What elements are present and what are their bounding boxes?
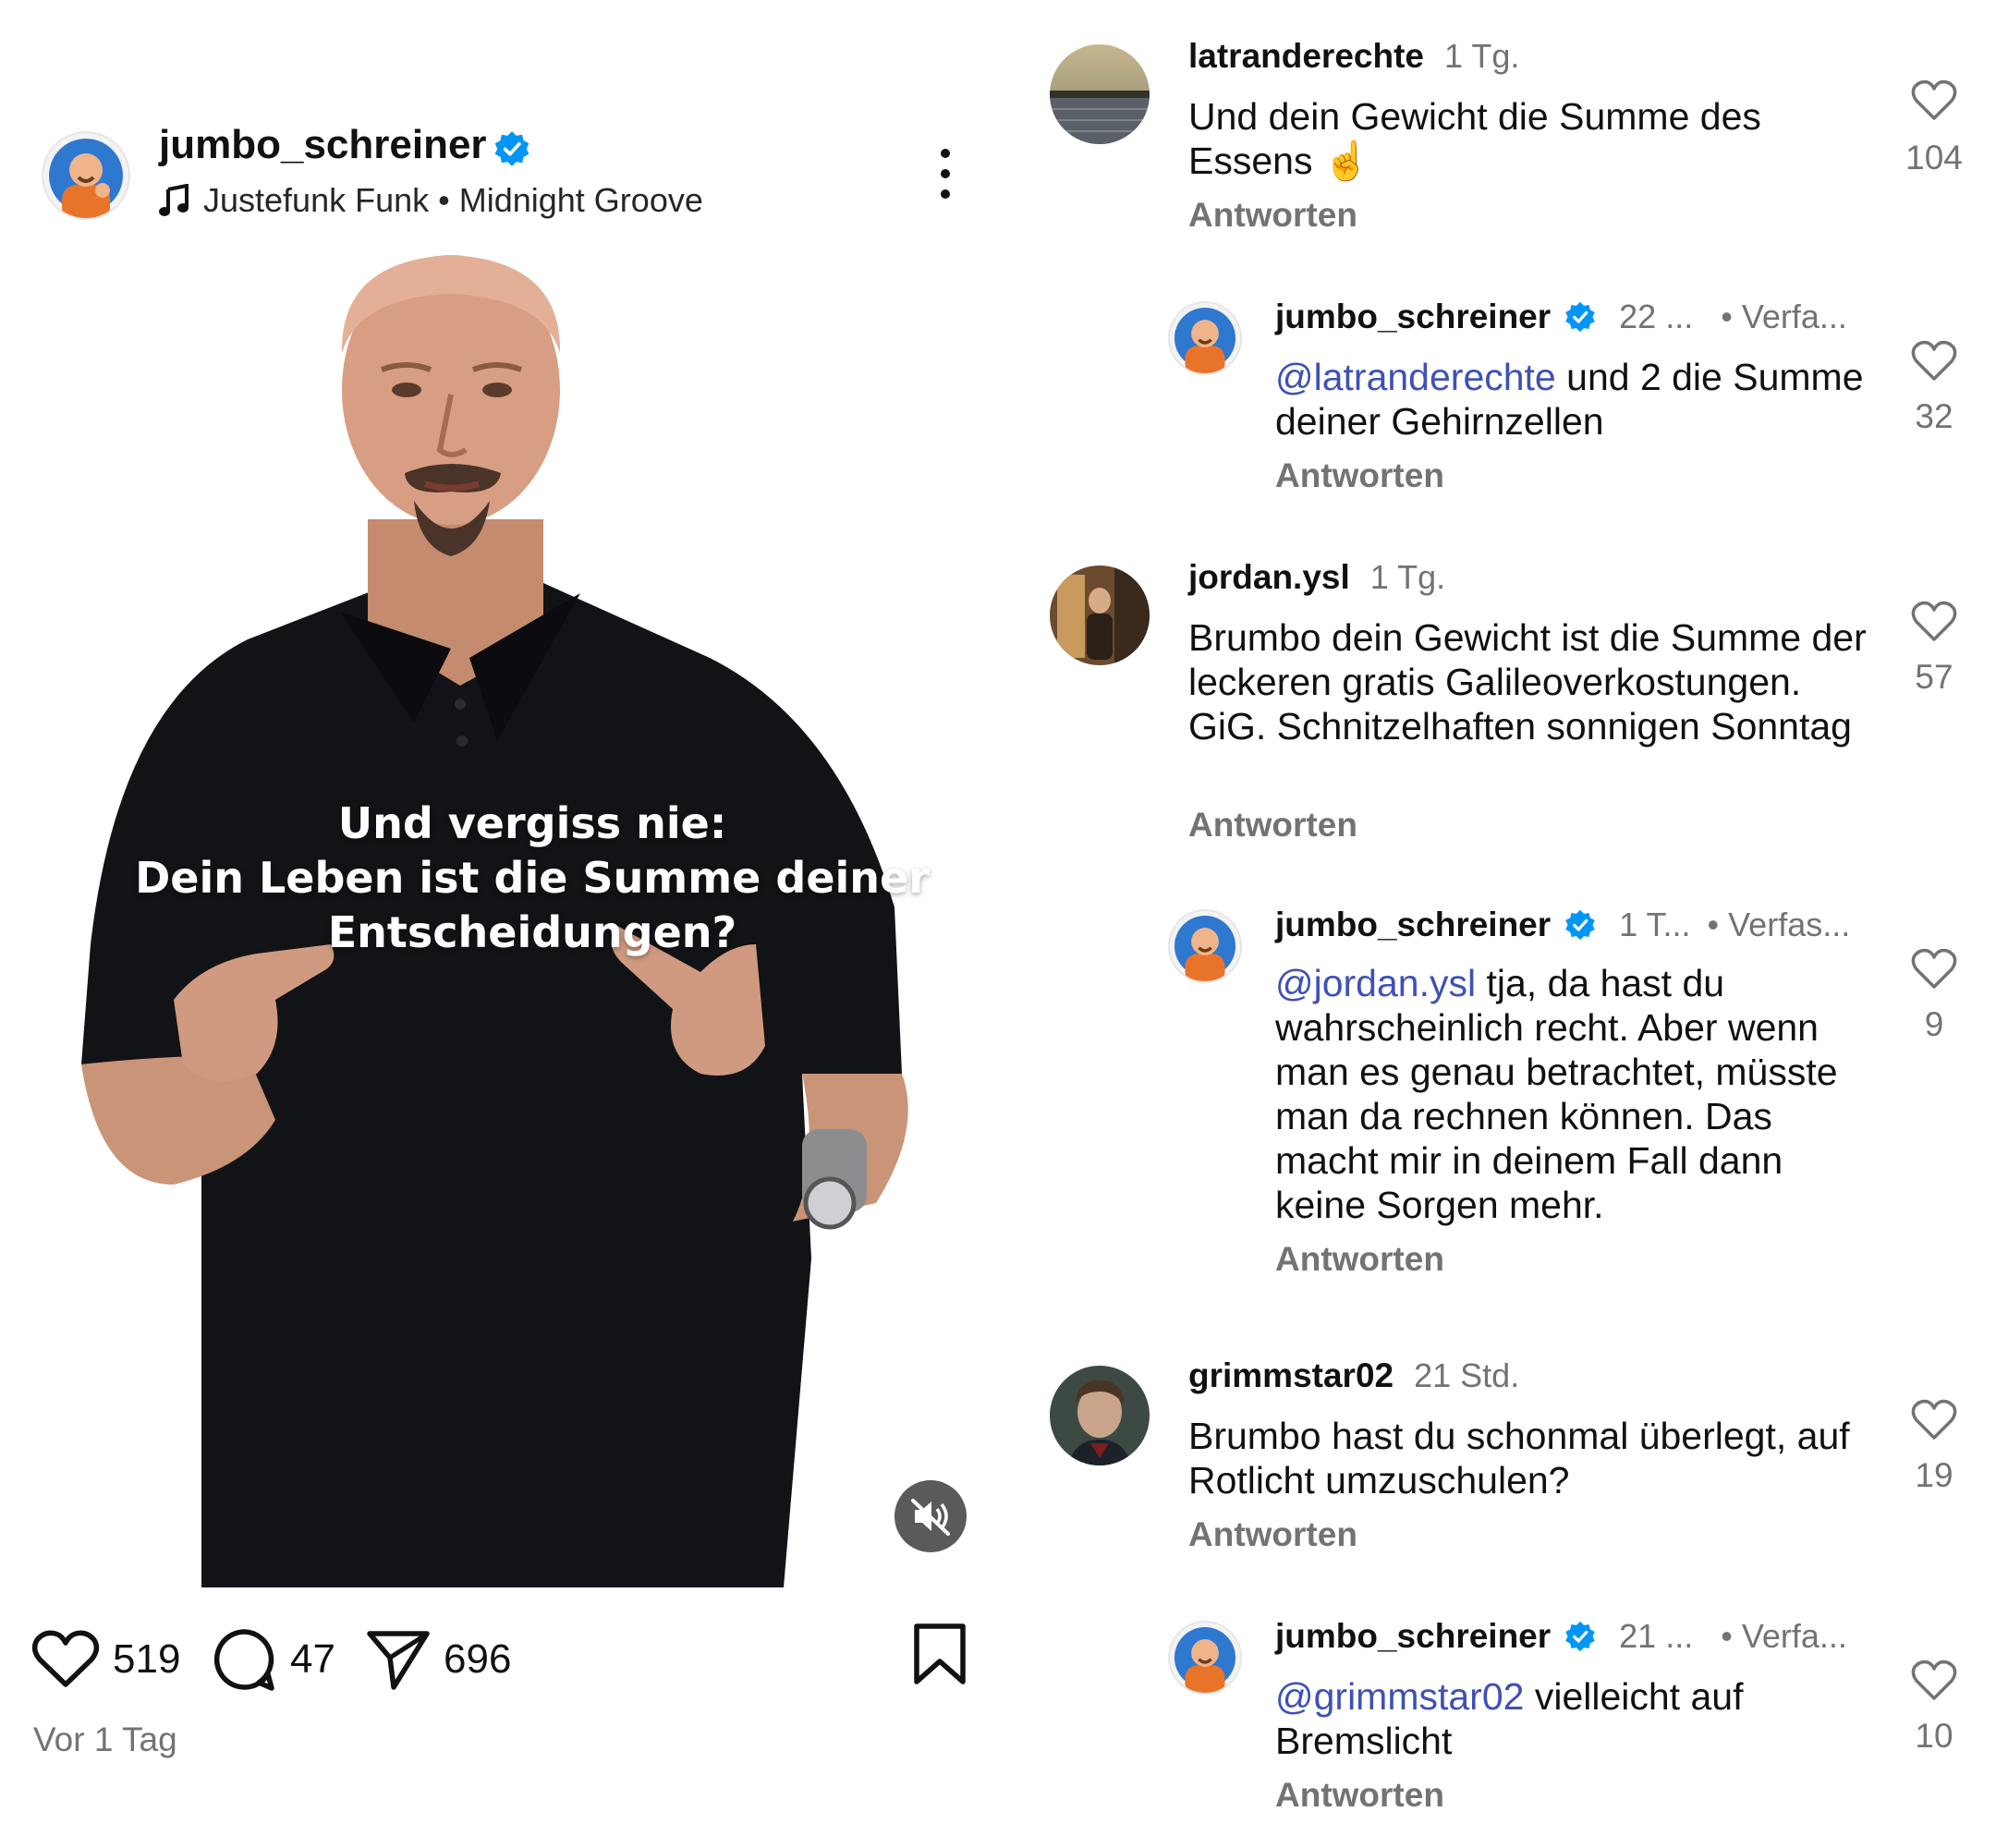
- comment-like-count: 57: [1915, 658, 1953, 696]
- reply-text: @latranderechte und 2 die Summe deiner G…: [1275, 355, 1867, 444]
- mention-link[interactable]: @jordan.ysl: [1275, 962, 1476, 1004]
- comment-header: jordan.ysl 1 Tg.: [1188, 558, 1445, 597]
- send-paperplane-icon[interactable]: [366, 1628, 431, 1691]
- comment-heart-icon[interactable]: [1911, 1399, 1957, 1441]
- comment-header: grimmstar02 21 Std.: [1188, 1356, 1519, 1395]
- post-music-label[interactable]: Justefunk Funk • Midnight Groove: [159, 181, 703, 220]
- verified-badge-icon: [494, 131, 529, 166]
- reply-time: 1 T...: [1619, 906, 1691, 943]
- reply-header: jumbo_schreiner 21 ... • Verfa...: [1275, 1617, 1847, 1656]
- bookmark-icon[interactable]: [911, 1623, 968, 1685]
- comment-text: Brumbo hast du schonmal überlegt, auf Ro…: [1188, 1415, 1850, 1502]
- like-count[interactable]: 519: [113, 1636, 180, 1683]
- reply-header: jumbo_schreiner 22 ... • Verfa...: [1275, 298, 1847, 336]
- reply-username[interactable]: jumbo_schreiner: [1275, 906, 1551, 944]
- comment-username[interactable]: grimmstar02: [1188, 1356, 1394, 1395]
- speaker-muted-icon: [911, 1499, 950, 1536]
- more-options-icon[interactable]: [931, 146, 959, 201]
- post-media[interactable]: Und vergiss nie: Dein Leben ist die Summ…: [63, 242, 1002, 1587]
- music-note-icon: [159, 184, 189, 216]
- overlay-line-3: Entscheidungen?: [327, 907, 737, 957]
- author-tag: • Verfa...: [1721, 298, 1847, 335]
- post-timestamp: Vor 1 Tag: [33, 1720, 177, 1758]
- comment-heart-icon[interactable]: [1911, 79, 1957, 122]
- avatar-lake-image: [1050, 44, 1150, 144]
- avatar-portrait-image: [1050, 1366, 1150, 1465]
- commenter-avatar[interactable]: [1050, 565, 1150, 665]
- share-action[interactable]: 696: [366, 1626, 511, 1693]
- reply-button[interactable]: Antworten: [1188, 1515, 1357, 1554]
- commenter-avatar[interactable]: [1050, 44, 1150, 144]
- reply-text: @jordan.ysl tja, da hast du wahrscheinli…: [1275, 961, 1876, 1227]
- share-count[interactable]: 696: [444, 1636, 511, 1683]
- comment-heart-icon[interactable]: [1911, 1660, 1957, 1702]
- author-tag: • Verfas...: [1707, 906, 1851, 943]
- comment-heart-icon[interactable]: [1911, 340, 1957, 383]
- comment-like-count: 32: [1915, 397, 1953, 435]
- comment-like-count: 10: [1915, 1717, 1953, 1755]
- heart-icon[interactable]: [31, 1629, 100, 1690]
- verified-badge-icon: [1565, 909, 1595, 941]
- overlay-line-2: Dein Leben ist die Summe deiner: [135, 853, 930, 903]
- comment-time: 1 Tg.: [1369, 558, 1446, 596]
- mention-link[interactable]: @grimmstar02: [1275, 1675, 1524, 1718]
- post-author-username[interactable]: jumbo_schreiner: [159, 122, 487, 168]
- reply-time: 21 ...: [1619, 1617, 1694, 1655]
- like-action[interactable]: 519: [31, 1626, 180, 1693]
- comment-like-count: 19: [1915, 1456, 1953, 1494]
- comment-header: latranderechte 1 Tg.: [1188, 37, 1519, 76]
- overlay-line-1: Und vergiss nie:: [337, 798, 727, 848]
- comment-like-count: 9: [1924, 1005, 1944, 1043]
- comment-text: Brumbo dein Gewicht ist die Summe der le…: [1188, 616, 1867, 748]
- avatar-mirror-selfie-image: [1050, 565, 1150, 665]
- music-title: Justefunk Funk • Midnight Groove: [203, 181, 703, 219]
- commenter-avatar[interactable]: [1050, 1366, 1150, 1465]
- overlay-caption: Und vergiss nie: Dein Leben ist die Summ…: [63, 796, 1002, 960]
- post-author-avatar[interactable]: [42, 131, 130, 220]
- reply-username[interactable]: jumbo_schreiner: [1275, 1617, 1551, 1656]
- reply-button[interactable]: Antworten: [1188, 806, 1357, 845]
- reply-author-avatar[interactable]: [1168, 909, 1242, 983]
- comment-action[interactable]: 47: [213, 1626, 335, 1693]
- reply-username[interactable]: jumbo_schreiner: [1275, 298, 1551, 336]
- reply-time: 22 ...: [1619, 298, 1694, 335]
- mention-link[interactable]: @latranderechte: [1275, 356, 1556, 398]
- reply-button[interactable]: Antworten: [1275, 1240, 1444, 1279]
- comment-count[interactable]: 47: [290, 1636, 335, 1683]
- comment-time: 21 Std.: [1414, 1356, 1520, 1394]
- comment-heart-icon[interactable]: [1911, 601, 1957, 643]
- reply-button[interactable]: Antworten: [1275, 1776, 1444, 1815]
- comment-like-count: 104: [1905, 139, 1963, 176]
- verified-badge-icon: [1565, 1621, 1595, 1652]
- comment-username[interactable]: jordan.ysl: [1188, 558, 1350, 597]
- mute-toggle-button[interactable]: [895, 1480, 967, 1552]
- reply-header: jumbo_schreiner 1 T... • Verfas...: [1275, 906, 1850, 944]
- reply-author-avatar[interactable]: [1168, 1621, 1242, 1695]
- comment-time: 1 Tg.: [1444, 37, 1520, 75]
- comment-text: Und dein Gewicht die Summe des Essens ☝️: [1188, 95, 1761, 182]
- comment-username[interactable]: latranderechte: [1188, 37, 1424, 76]
- verified-badge-icon: [1565, 301, 1595, 333]
- comment-heart-icon[interactable]: [1911, 948, 1957, 991]
- author-tag: • Verfa...: [1721, 1617, 1847, 1655]
- reply-button[interactable]: Antworten: [1188, 196, 1357, 235]
- reply-button[interactable]: Antworten: [1275, 456, 1444, 495]
- reply-author-avatar[interactable]: [1168, 301, 1242, 375]
- reply-text: @grimmstar02 vielleicht auf Bremslicht: [1275, 1674, 1867, 1763]
- comment-bubble-icon[interactable]: [213, 1627, 277, 1692]
